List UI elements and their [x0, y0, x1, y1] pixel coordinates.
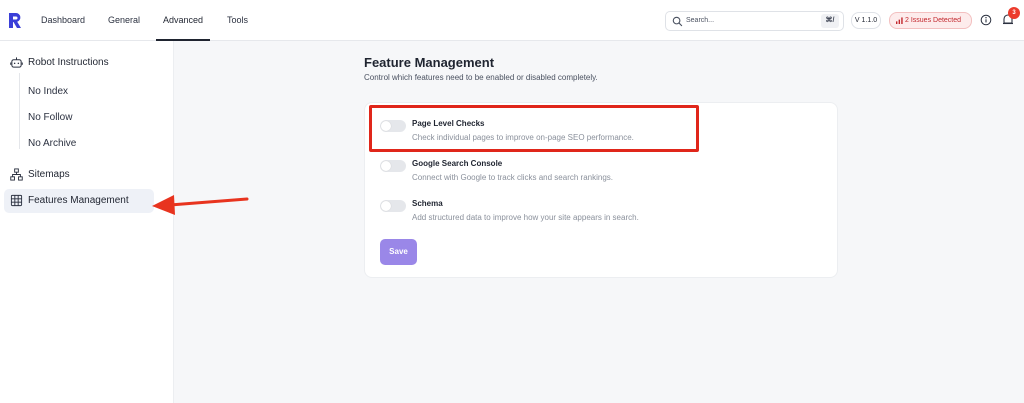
- sidebar-item-label: Sitemaps: [28, 169, 70, 180]
- info-icon[interactable]: [980, 14, 992, 26]
- schema-toggle[interactable]: [380, 200, 406, 212]
- submenu-guide-line: [19, 73, 20, 149]
- tab-advanced[interactable]: Advanced: [163, 0, 203, 41]
- sidebar-item-no-follow[interactable]: No Follow: [28, 108, 72, 128]
- sidebar-item-no-archive[interactable]: No Archive: [28, 134, 76, 154]
- issues-badge[interactable]: 2 Issues Detected: [889, 12, 972, 29]
- toggle-knob: [381, 201, 391, 211]
- signal-bars-icon: [896, 17, 903, 24]
- feature-title: Schema: [412, 199, 443, 208]
- toggle-knob: [381, 161, 391, 171]
- sidebar-item-label: Features Management: [28, 195, 129, 206]
- issues-label: 2 Issues Detected: [905, 17, 962, 24]
- notification-count-badge: 3: [1008, 7, 1020, 19]
- sidebar: Robot Instructions No Index No Follow No…: [0, 41, 174, 403]
- annotation-arrow-icon: [152, 195, 249, 215]
- page-subtitle: Control which features need to be enable…: [364, 73, 598, 82]
- top-bar: Dashboard General Advanced Tools Search.…: [0, 0, 1024, 41]
- search-shortcut-hint: ⌘/: [821, 14, 839, 28]
- feature-description: Add structured data to improve how your …: [412, 213, 639, 222]
- grid-icon: [10, 194, 23, 207]
- annotation-highlight-box: [369, 105, 699, 152]
- search-icon: [672, 16, 683, 27]
- brand-logo-icon[interactable]: [7, 12, 23, 29]
- sidebar-item-label: Robot Instructions: [28, 57, 109, 68]
- sidebar-item-robot-instructions[interactable]: Robot Instructions: [0, 51, 174, 75]
- sitemap-icon: [10, 168, 23, 181]
- version-badge: V 1.1.0: [851, 12, 881, 29]
- tab-dashboard[interactable]: Dashboard: [41, 0, 85, 41]
- google-search-console-toggle[interactable]: [380, 160, 406, 172]
- feature-title: Google Search Console: [412, 159, 503, 168]
- sidebar-item-no-index[interactable]: No Index: [28, 82, 68, 102]
- robot-icon: [10, 57, 23, 68]
- save-button[interactable]: Save: [380, 239, 417, 265]
- search-box[interactable]: Search... ⌘/: [665, 11, 844, 31]
- sidebar-item-features-management[interactable]: Features Management: [4, 189, 154, 213]
- sidebar-item-sitemaps[interactable]: Sitemaps: [0, 163, 174, 187]
- tab-general[interactable]: General: [108, 0, 140, 41]
- feature-description: Connect with Google to track clicks and …: [412, 173, 613, 182]
- tab-tools[interactable]: Tools: [227, 0, 248, 41]
- search-input[interactable]: Search...: [686, 12, 714, 30]
- page-title: Feature Management: [364, 55, 495, 70]
